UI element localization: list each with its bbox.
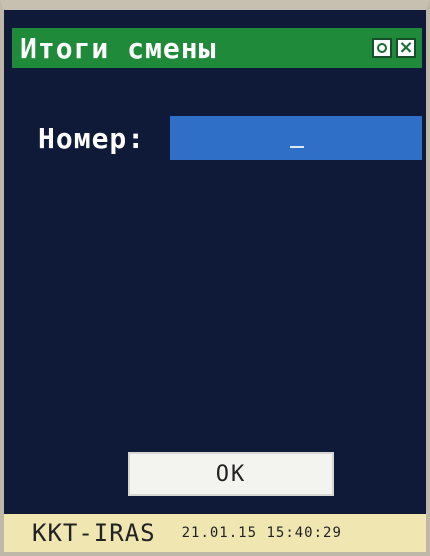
device-screen: Итоги смены × Номер: OK KKT-IRAS 21.01.1…: [0, 0, 430, 556]
ok-circle-icon: [377, 43, 387, 53]
device-name: KKT-IRAS: [32, 519, 156, 547]
window-title: Итоги смены: [20, 31, 217, 65]
status-datetime: 21.01.15 15:40:29: [182, 525, 342, 541]
number-label: Номер:: [38, 122, 146, 155]
close-button[interactable]: ×: [396, 37, 416, 58]
text-cursor: [290, 146, 304, 148]
ok-button[interactable]: OK: [128, 452, 334, 496]
title-bar: Итоги смены ×: [12, 28, 422, 68]
title-controls: ×: [372, 37, 416, 58]
status-bar: KKT-IRAS 21.01.15 15:40:29: [4, 514, 426, 552]
number-input[interactable]: [170, 116, 422, 160]
status-time: 15:40:29: [266, 525, 342, 541]
ok-circle-button[interactable]: [372, 38, 392, 58]
status-date: 21.01.15: [181, 525, 258, 541]
close-x-icon: ×: [398, 37, 414, 58]
